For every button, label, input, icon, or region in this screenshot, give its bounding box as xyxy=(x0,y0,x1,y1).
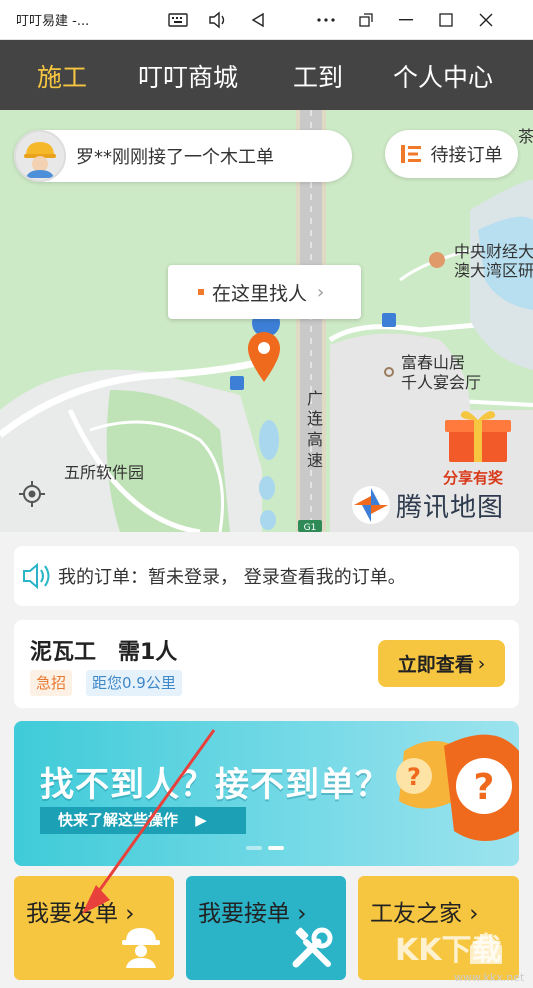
volume-icon[interactable] xyxy=(198,0,238,40)
map-view[interactable]: G1 中央财经大 澳大湾区研 富春山居 千人宴会厅 五所软件园 茶 广 连 高 … xyxy=(0,110,533,532)
promo-banner[interactable]: ? ? 找不到人？接不到单？ 快来了解这些操作 ▶ xyxy=(14,721,519,866)
gift-icon[interactable] xyxy=(445,406,511,464)
poi-label: 五所软件园 xyxy=(64,463,145,482)
tab-checkin[interactable]: 工到 xyxy=(293,58,343,94)
road-label: 广 xyxy=(306,389,323,408)
road-number: G1 xyxy=(304,523,317,532)
distance-badge: 距您0.9公里 xyxy=(86,670,182,696)
workers-home-label: 工友之家 › xyxy=(370,901,479,927)
pending-orders-label: 待接订单 xyxy=(430,145,503,166)
restore-icon[interactable] xyxy=(346,0,386,40)
locate-icon[interactable] xyxy=(18,480,46,508)
view-now-label: 立即查看 xyxy=(397,654,474,676)
tools-icon xyxy=(290,926,334,974)
svg-text:?: ? xyxy=(407,763,421,791)
job-card[interactable]: 泥瓦工 需1人 急招 距您0.9公里 立即查看 › xyxy=(14,620,519,708)
map-provider-label: 腾讯地图 xyxy=(396,492,505,523)
post-order-button[interactable]: 我要发单 › xyxy=(14,876,174,980)
window-title: 叮叮易建 -... xyxy=(16,14,90,29)
activity-notice: 罗**刚刚接了一个木工单 xyxy=(14,130,352,182)
watermark-logo: KK下载 xyxy=(395,933,502,968)
top-nav: 施工 叮叮商城 工到 个人中心 xyxy=(0,40,533,110)
poi-label: 茶 xyxy=(518,127,533,146)
poi-label: 澳大湾区研 xyxy=(454,261,533,280)
road-label: 连 xyxy=(306,409,323,428)
orange-dot-icon xyxy=(198,289,204,295)
worker-avatar xyxy=(14,130,66,182)
notice-text: 罗**刚刚接了一个木工单 xyxy=(76,147,274,168)
find-people-here-button[interactable]: 在这里找人 › xyxy=(168,265,361,319)
keyboard-icon[interactable] xyxy=(158,0,198,40)
chevron-right-icon: › xyxy=(477,652,486,675)
carousel-dots[interactable] xyxy=(246,846,284,850)
poi-label: 中央财经大 xyxy=(454,242,533,261)
list-icon xyxy=(400,145,421,163)
urgent-badge: 急招 xyxy=(30,670,73,696)
tab-construction[interactable]: 施工 xyxy=(37,58,87,94)
play-arrow-icon: ▶ xyxy=(195,811,207,829)
banner-headline: 找不到人？接不到单？ xyxy=(40,765,390,805)
find-here-label: 在这里找人 xyxy=(212,282,308,305)
view-now-button[interactable]: 立即查看 › xyxy=(378,640,505,687)
tab-mall[interactable]: 叮叮商城 xyxy=(138,58,238,94)
tab-profile[interactable]: 个人中心 xyxy=(393,58,493,94)
minimize-icon[interactable] xyxy=(386,0,426,40)
job-title: 泥瓦工 需1人 xyxy=(30,640,178,665)
window-titlebar: 叮叮易建 -... xyxy=(0,0,533,40)
road-label: 高 xyxy=(306,430,323,449)
chevron-right-icon: › xyxy=(317,281,325,303)
pending-orders-button[interactable]: 待接订单 xyxy=(385,130,518,178)
my-orders-card[interactable]: 我的订单：暂未登录， 登录查看我的订单。 xyxy=(14,546,519,606)
accept-order-button[interactable]: 我要接单 › xyxy=(186,876,346,980)
close-icon[interactable] xyxy=(466,0,506,40)
worker-helmet-icon xyxy=(118,924,164,972)
orders-message: 我的订单：暂未登录， 登录查看我的订单。 xyxy=(58,567,406,588)
road-label: 速 xyxy=(306,451,323,470)
watermark-url: www.kkx.net xyxy=(454,971,525,984)
compass-logo-icon xyxy=(352,486,390,524)
tencent-map-logo: 腾讯地图 xyxy=(350,484,504,526)
maximize-icon[interactable] xyxy=(426,0,466,40)
carousel-dot-active[interactable] xyxy=(268,846,284,850)
poi-label: 富春山居 xyxy=(401,353,466,372)
svg-text:?: ? xyxy=(474,767,495,808)
carousel-dot[interactable] xyxy=(246,846,262,850)
back-icon[interactable] xyxy=(238,0,278,40)
speaker-icon xyxy=(23,563,50,589)
accept-order-label: 我要接单 › xyxy=(198,901,307,927)
poi-label: 千人宴会厅 xyxy=(401,373,482,392)
post-order-label: 我要发单 › xyxy=(26,901,135,927)
more-icon[interactable] xyxy=(306,0,346,40)
banner-subline: 快来了解这些操作 ▶ xyxy=(40,807,246,834)
